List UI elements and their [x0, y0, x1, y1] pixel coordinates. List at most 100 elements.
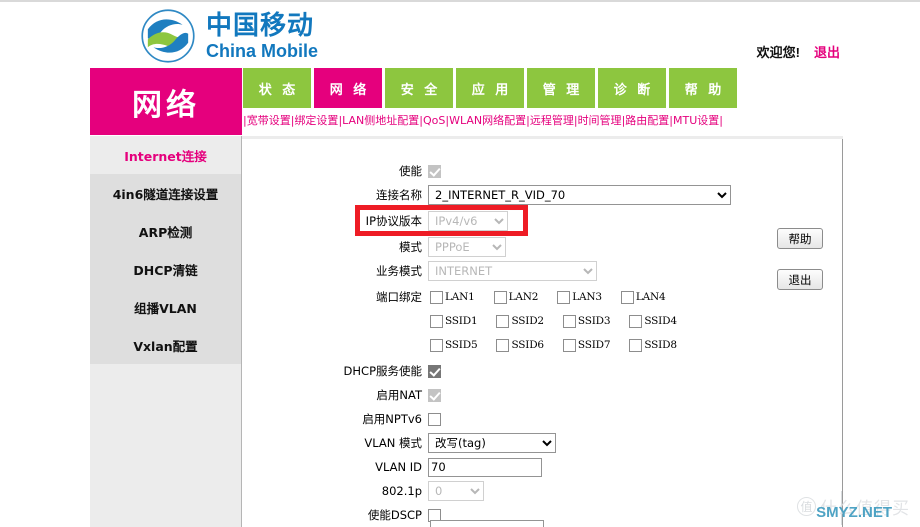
- sidebar: Internet连接 4in6隧道连接设置 ARP检测 DHCP清链 组播VLAN Vxl…: [90, 136, 242, 527]
- lan-item-0[interactable]: LAN1: [428, 290, 475, 304]
- partial-bottom-input[interactable]: [430, 520, 544, 527]
- content-panel: 使能 连接名称 2_INTERNET_R_VID_70 IP协议版本 IPv4/…: [242, 136, 843, 527]
- sidebar-item-4[interactable]: 组播VLAN: [90, 288, 241, 326]
- ssid2-label-3: SSID8: [644, 339, 677, 351]
- ssid2-label-1: SSID6: [511, 339, 544, 351]
- ssid2-item-0[interactable]: SSID5: [428, 338, 478, 352]
- ssid1-item-2[interactable]: SSID3: [561, 314, 611, 328]
- row-port-binding: 端口绑定 LAN1 LAN2 LAN3 LAN4: [242, 286, 683, 308]
- sidebar-item-0[interactable]: Internet连接: [90, 136, 241, 174]
- label-service-mode: 业务模式: [376, 264, 422, 278]
- row-connection-name: 连接名称 2_INTERNET_R_VID_70: [242, 184, 731, 206]
- ssid1-label-1: SSID2: [511, 315, 544, 327]
- page-root: 中国移动 China Mobile 欢迎您! 退出 网络 状 态网 络安 全应 …: [0, 0, 920, 527]
- lan-label-2: LAN3: [572, 291, 602, 303]
- label-enable-nptv6: 启用NPTv6: [362, 412, 422, 426]
- lan-item-2[interactable]: LAN3: [555, 290, 602, 304]
- label-enable-dscp: 使能DSCP: [367, 508, 422, 522]
- logout-link[interactable]: 退出: [814, 42, 840, 61]
- label-enable: 使能: [399, 164, 422, 178]
- ssid2-item-1[interactable]: SSID6: [494, 338, 544, 352]
- row-enable-dscp: 使能DSCP: [242, 504, 441, 526]
- subnav-item-7[interactable]: 路由配置: [625, 114, 669, 127]
- subnav-item-3[interactable]: QoS: [423, 114, 445, 127]
- logo-english-text: China Mobile: [206, 40, 318, 61]
- ssid2-checkbox-1[interactable]: [496, 338, 510, 352]
- tab-6[interactable]: 帮 助: [669, 68, 737, 108]
- page-title: 网络: [90, 68, 242, 135]
- subnav-item-0[interactable]: 宽带设置: [247, 114, 291, 127]
- ssid2-item-3[interactable]: SSID8: [627, 338, 677, 352]
- ssid1-item-0[interactable]: SSID1: [428, 314, 478, 328]
- connection-name-select[interactable]: 2_INTERNET_R_VID_70: [428, 185, 731, 205]
- tab-1[interactable]: 网 络: [314, 68, 382, 108]
- row-vlan-id: VLAN ID: [242, 456, 542, 478]
- watermark-site-text: SMYZ.NET: [816, 504, 892, 521]
- welcome-text: 欢迎您!: [756, 45, 800, 60]
- welcome-area: 欢迎您! 退出: [757, 42, 840, 61]
- label-vlan-mode: VLAN 模式: [364, 436, 422, 450]
- subnav-item-4[interactable]: WLAN网络配置: [449, 114, 526, 127]
- ssid1-checkbox-3[interactable]: [629, 314, 643, 328]
- sidebar-item-2[interactable]: ARP检测: [90, 212, 241, 250]
- lan-item-1[interactable]: LAN2: [492, 290, 538, 304]
- ssid2-label-2: SSID7: [577, 339, 611, 351]
- sidebar-item-5[interactable]: Vxlan配置: [90, 326, 241, 364]
- ssid1-checkbox-1[interactable]: [496, 314, 510, 328]
- exit-button[interactable]: 退出: [777, 269, 823, 290]
- ssid1-checkbox-0[interactable]: [430, 314, 443, 328]
- lan-item-3[interactable]: LAN4: [619, 290, 666, 304]
- ssid2-checkbox-2[interactable]: [562, 338, 576, 352]
- dhcp-service-checkbox[interactable]: [428, 364, 441, 378]
- lan-checkbox-3[interactable]: [620, 290, 634, 304]
- tab-0[interactable]: 状 态: [243, 68, 311, 108]
- china-mobile-logo-icon: [141, 9, 195, 63]
- row-mode: 模式 PPPoE: [242, 236, 506, 258]
- brand-logo: 中国移动 China Mobile: [140, 8, 318, 64]
- lan-checkbox-group: LAN1 LAN2 LAN3 LAN4: [428, 290, 683, 304]
- enable-nptv6-checkbox[interactable]: [428, 412, 441, 426]
- lan-checkbox-1[interactable]: [493, 290, 507, 304]
- tab-4[interactable]: 管 理: [527, 68, 595, 108]
- vlan-id-input[interactable]: [428, 457, 542, 477]
- subnav-item-2[interactable]: LAN侧地址配置: [342, 114, 419, 127]
- enable-checkbox[interactable]: [428, 164, 441, 178]
- service-mode-select[interactable]: INTERNET: [428, 261, 597, 281]
- subnav-item-8[interactable]: MTU设置: [673, 114, 719, 127]
- tab-3[interactable]: 应 用: [456, 68, 524, 108]
- help-button[interactable]: 帮助: [777, 228, 823, 249]
- sidebar-filler: [90, 364, 241, 527]
- ip-version-select[interactable]: IPv4/v6: [428, 211, 508, 231]
- dot1p-select[interactable]: 0: [428, 481, 484, 501]
- tab-5[interactable]: 诊 断: [598, 68, 666, 108]
- sidebar-item-1[interactable]: 4in6隧道连接设置: [90, 174, 241, 212]
- tab-2[interactable]: 安 全: [385, 68, 453, 108]
- sidebar-item-3[interactable]: DHCP清链: [90, 250, 241, 288]
- subnav-item-5[interactable]: 远程管理: [530, 114, 574, 127]
- label-vlan-id: VLAN ID: [375, 460, 422, 474]
- row-ip-version: IP协议版本 IPv4/v6: [242, 210, 508, 232]
- vlan-mode-select[interactable]: 改写(tag): [428, 433, 556, 453]
- mode-select[interactable]: PPPoE: [428, 237, 506, 257]
- subnav-item-1[interactable]: 绑定设置: [294, 114, 338, 127]
- row-enable-nptv6: 启用NPTv6: [242, 408, 441, 430]
- enable-nat-checkbox[interactable]: [428, 388, 441, 402]
- ssid1-checkbox-2[interactable]: [562, 314, 576, 328]
- subnav-item-6[interactable]: 时间管理: [578, 114, 622, 127]
- ssid-checkbox-group-1: SSID1 SSID2 SSID3 SSID4: [428, 314, 694, 328]
- subnav-separator: |: [719, 114, 723, 127]
- row-vlan-mode: VLAN 模式 改写(tag): [242, 432, 556, 454]
- ssid1-item-3[interactable]: SSID4: [627, 314, 677, 328]
- ssid2-checkbox-3[interactable]: [629, 338, 643, 352]
- ssid2-item-2[interactable]: SSID7: [561, 338, 611, 352]
- row-ssid-1: SSID1 SSID2 SSID3 SSID4: [242, 310, 694, 332]
- nav-band: 网络 状 态网 络安 全应 用管 理诊 断帮 助 |宽带设置|绑定设置|LAN侧…: [0, 68, 920, 135]
- row-dot1p: 802.1p 0: [242, 480, 484, 502]
- row-ssid-2: SSID5 SSID6 SSID7 SSID8: [242, 334, 694, 356]
- row-dhcp-service: DHCP服务使能: [242, 360, 441, 382]
- lan-checkbox-2[interactable]: [557, 290, 571, 304]
- logo-chinese-text: 中国移动: [206, 10, 315, 41]
- ssid2-checkbox-0[interactable]: [430, 338, 443, 352]
- ssid1-item-1[interactable]: SSID2: [494, 314, 544, 328]
- lan-checkbox-0[interactable]: [430, 290, 443, 304]
